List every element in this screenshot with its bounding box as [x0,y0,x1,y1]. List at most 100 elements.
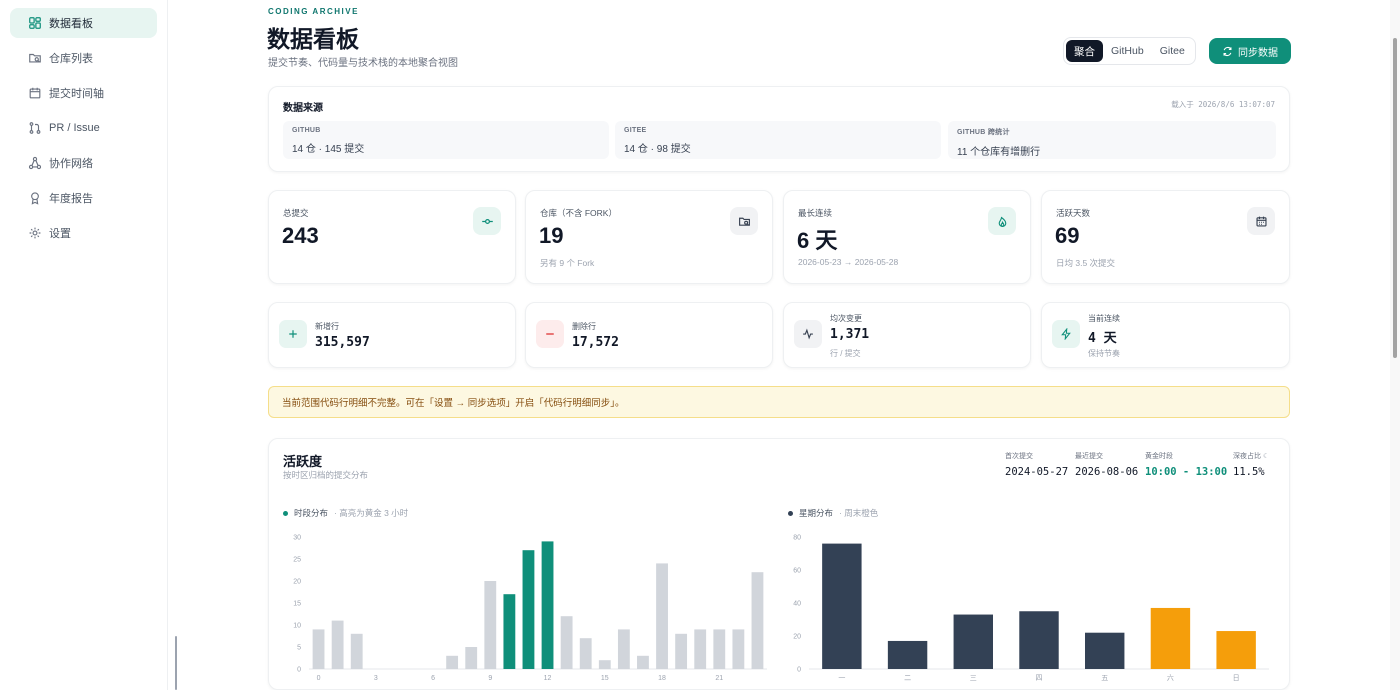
kpi-label: 深夜占比 ☾ [1233,451,1269,461]
hour-bar [541,541,554,669]
sidebar-item-dashboard[interactable]: 数据看板 [10,8,157,38]
y-tick-label: 20 [793,634,801,641]
calendar-icon [1247,207,1275,235]
metric-card-avg-change: 均次变更 1,371 行 / 提交 [783,302,1031,368]
sidebar-item-timeline[interactable]: 提交时间轴 [10,78,157,108]
metric-sub: 行 / 提交 [830,349,861,358]
hour-bar [350,633,363,669]
y-tick-label: 15 [293,601,301,608]
plus-icon [279,320,307,348]
weekday-bar [1019,611,1059,669]
sidebar-item-label: PR / Issue [49,122,100,134]
x-tick-label: 日 [1233,674,1240,682]
sidebar-item-annual-report[interactable]: 年度报告 [10,183,157,213]
hour-chart-title: 时段分布 [294,508,329,518]
stat-value: 243 [282,223,319,248]
sidebar-item-repos[interactable]: 仓库列表 [10,43,157,73]
hour-bar [503,594,516,669]
y-tick-label: 10 [293,623,301,630]
metric-value: 4 天 [1088,331,1117,346]
source-cell-github: GITHUB 14 仓 · 145 提交 [283,121,609,159]
stat-sub: 日均 3.5 次提交 [1056,258,1116,268]
metric-value: 1,371 [830,327,870,342]
refresh-icon [1223,46,1232,56]
source-cell-value: 14 仓 · 145 提交 [292,144,365,155]
sidebar-item-label: 设置 [49,228,71,240]
kpi-late-night: 深夜占比 ☾ 11.5% [1233,451,1269,478]
commit-icon [473,207,501,235]
kpi-label: 黄金时段 [1145,453,1173,460]
kpi-first-commit: 首次提交 2024-05-27 [1005,451,1068,478]
stat-card-active-days: 活跃天数 69 日均 3.5 次提交 [1041,190,1290,284]
warning-banner: 当前范围代码行明细不完整。可在「设置 → 同步选项」开启「代码行明细同步」。 [268,386,1290,418]
hour-bar [637,655,649,669]
hour-bar [751,572,764,669]
weekday-bar [1085,632,1125,669]
activity-icon [794,320,822,348]
weekday-bar [1216,631,1256,669]
hour-bar [713,629,726,669]
activity-title: 活跃度 [283,454,323,469]
hour-bar [694,629,707,669]
sidebar-item-label: 年度报告 [49,193,93,205]
x-tick-label: 15 [601,675,609,682]
hour-chart-header: 时段分布 · 高亮为黄金 3 小时 [283,507,408,519]
stat-label: 总提交 [283,208,309,218]
hour-bar [675,633,688,669]
legend-dot [788,510,793,516]
x-tick-label: 五 [1101,674,1108,682]
page-scrollbar[interactable] [1390,0,1400,690]
hour-bar [484,581,497,669]
stat-label: 活跃天数 [1056,208,1091,218]
sidebar-nav: 数据看板 仓库列表 提交时间轴 PR / Issue 协作网络 年度报告 设置 [0,0,167,248]
stat-card-repos: 仓库（不含 FORK） 19 另有 9 个 Fork [525,190,773,284]
sync-button[interactable]: 同步数据 [1209,38,1291,64]
source-switcher: 聚合 GitHub Gitee [1063,37,1196,65]
x-tick-label: 二 [904,675,911,682]
y-tick-label: 0 [297,667,301,674]
metric-value: 315,597 [315,335,370,350]
main-content: CODING ARCHIVE 数据看板 提交节奏、代码量与技术栈的本地聚合视图 … [168,0,1390,690]
dashboard-icon [28,16,42,30]
sidebar-item-label: 提交时间轴 [49,88,104,100]
hour-bar [331,620,344,669]
y-tick-label: 60 [793,568,801,575]
kpi-label: 最近提交 [1075,453,1103,460]
legend-dot [283,510,288,516]
page-subtitle: 提交节奏、代码量与技术栈的本地聚合视图 [268,58,458,69]
page-eyebrow: CODING ARCHIVE [268,7,359,16]
sidebar-item-network[interactable]: 协作网络 [10,148,157,178]
moon-icon: ☾ [1262,453,1270,460]
source-cell-label: GITHUB [292,127,321,134]
hour-bar [465,647,478,669]
source-tab-aggregate[interactable]: 聚合 [1066,40,1103,62]
stat-card-total-commits: 总提交 243 [268,190,516,284]
x-tick-label: 三 [970,674,977,682]
weekday-distribution-chart: 0 20 40 60 80 一 二 三 四 五 六 日 [793,535,1269,682]
source-cell-github-stats: GITHUB 跨统计 11 个仓库有增删行 [948,121,1276,159]
source-cell-value: 11 个仓库有增删行 [957,147,1041,158]
activity-subtitle: 按时区归档的提交分布 [283,470,369,480]
kpi-golden-hours: 黄金时段 10:00 - 13:00 [1145,451,1227,478]
network-icon [28,156,42,170]
activity-card: 活跃度 按时区归档的提交分布 首次提交 2024-05-27 最近提交 2026… [268,438,1290,690]
sidebar-item-settings[interactable]: 设置 [10,218,157,248]
sync-label: 同步数据 [1238,47,1278,59]
metric-card-added-lines: 新增行 315,597 [268,302,516,368]
y-tick-label: 20 [293,579,301,586]
git-pull-request-icon [28,121,42,135]
y-tick-label: 80 [793,535,801,542]
sidebar-item-label: 数据看板 [49,18,93,30]
weekday-bar [1150,607,1191,669]
page-scrollbar-thumb[interactable] [1393,38,1397,358]
page-title: 数据看板 [267,26,359,52]
source-tab-gitee[interactable]: Gitee [1152,40,1193,62]
source-tab-github[interactable]: GitHub [1103,40,1152,62]
sidebar-item-pr-issue[interactable]: PR / Issue [10,113,157,143]
hour-bar [312,629,325,669]
stat-sub: 另有 9 个 Fork [540,258,595,268]
x-tick-label: 18 [658,675,666,682]
kpi-label-text: 深夜占比 [1233,453,1261,460]
y-tick-label: 25 [293,557,301,564]
gear-icon [28,226,42,240]
